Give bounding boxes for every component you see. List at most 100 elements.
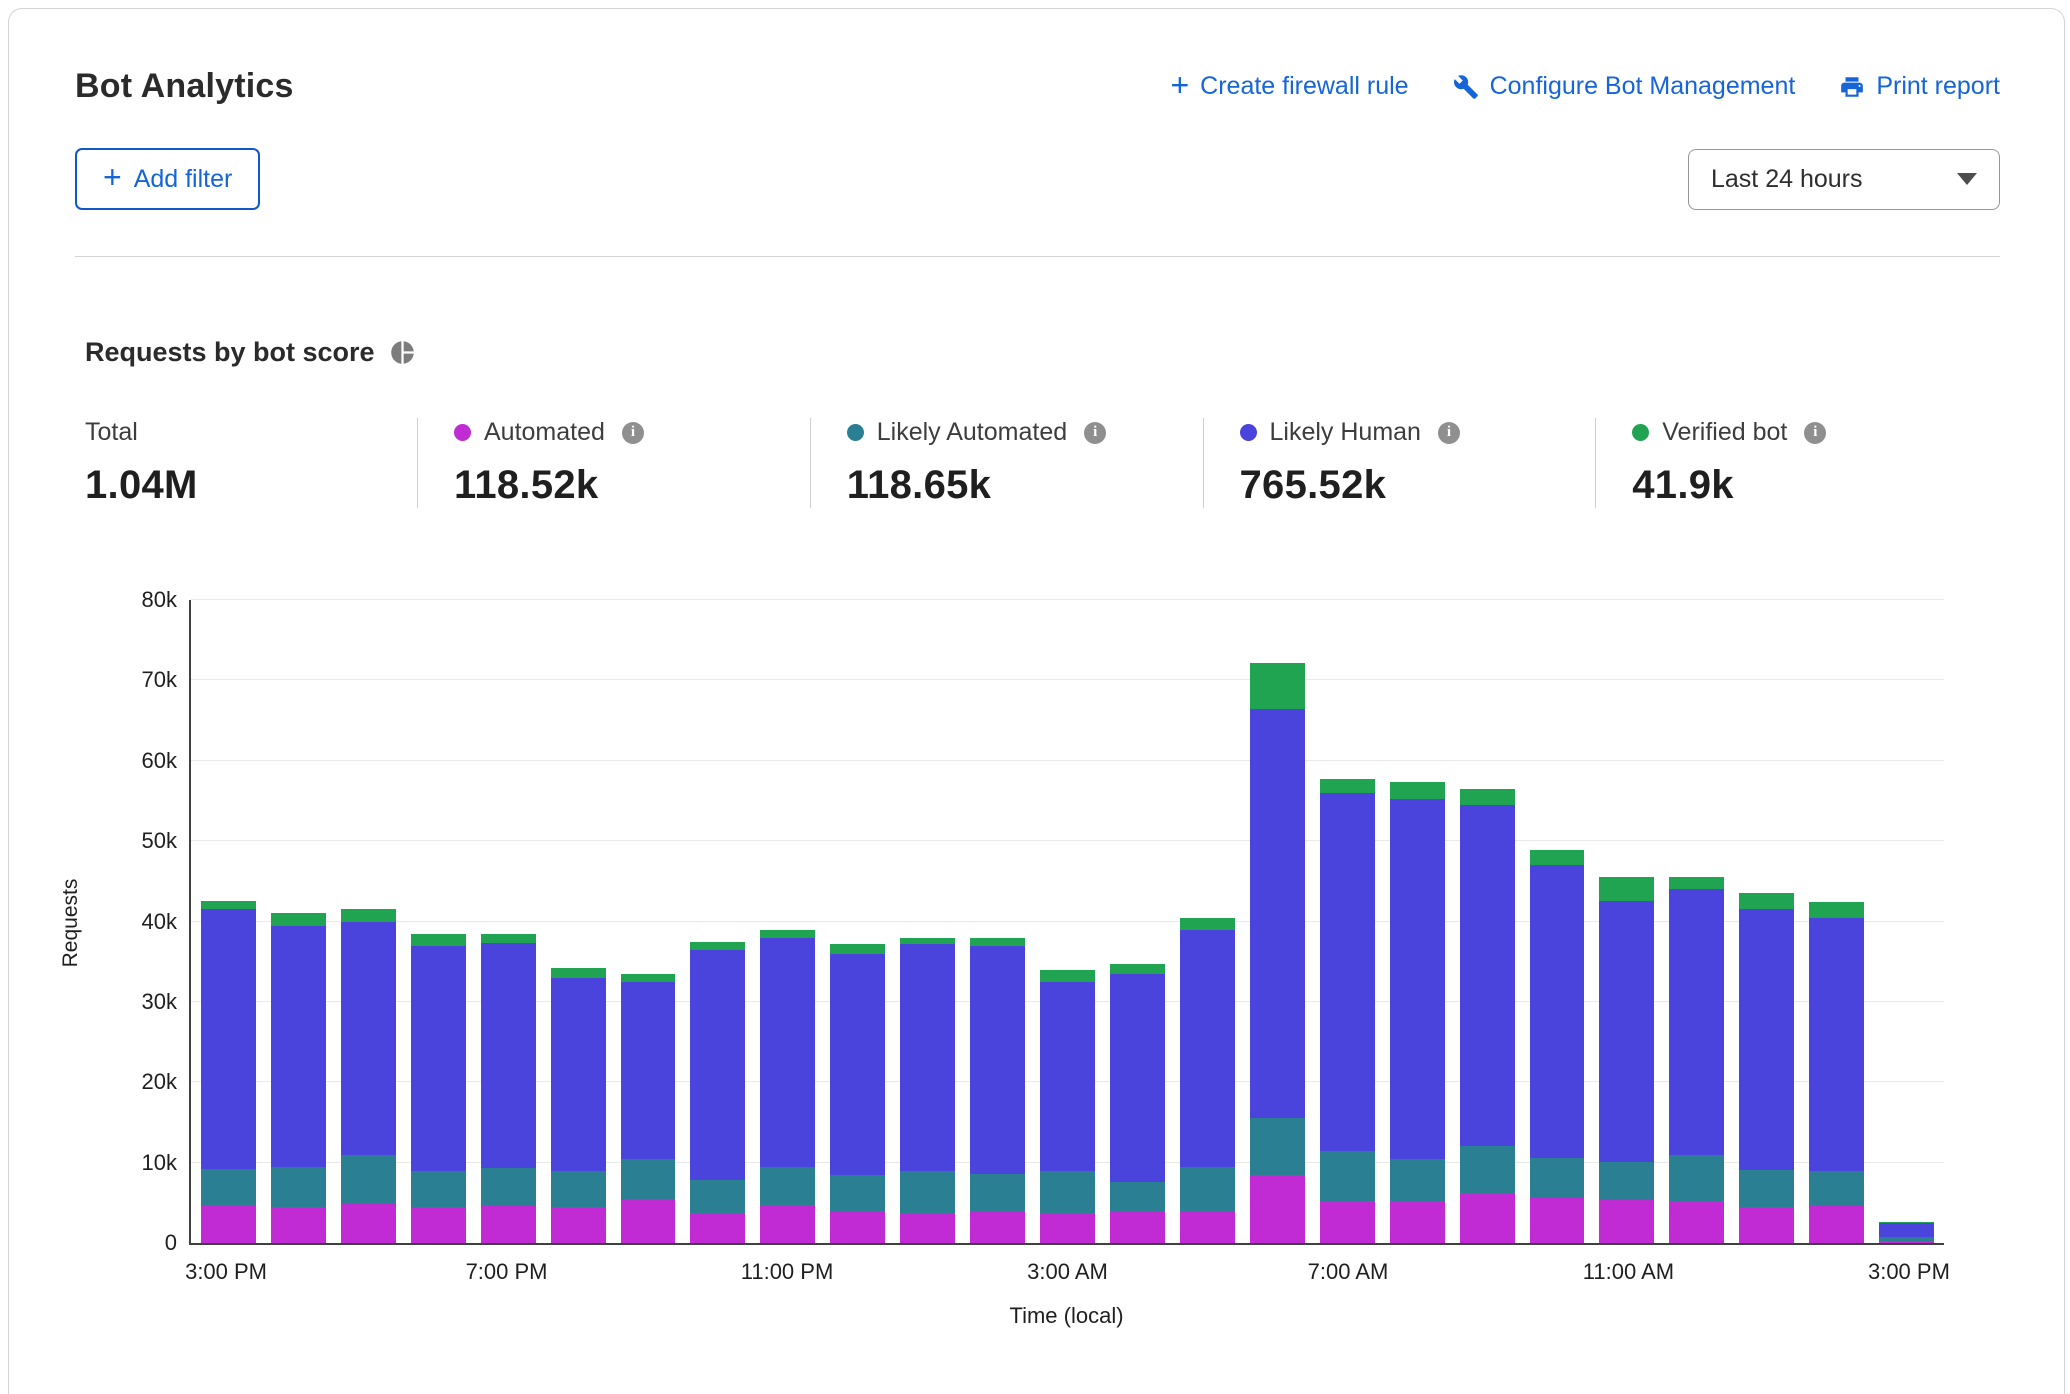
bar-segment-verified-bot[interactable] <box>271 913 326 925</box>
stacked-bar[interactable] <box>1040 600 1095 1243</box>
bar-segment-automated[interactable] <box>1180 1211 1235 1243</box>
bar-segment-automated[interactable] <box>481 1206 536 1243</box>
bar-segment-verified-bot[interactable] <box>830 944 885 954</box>
stacked-bar[interactable] <box>1739 600 1794 1243</box>
bar-segment-likely-human[interactable] <box>1250 709 1305 1119</box>
bar-segment-verified-bot[interactable] <box>411 934 466 946</box>
info-icon[interactable]: i <box>1438 422 1460 444</box>
bar-segment-likely-human[interactable] <box>1180 930 1235 1168</box>
bar-segment-likely-automated[interactable] <box>970 1174 1025 1211</box>
bar-segment-likely-human[interactable] <box>551 978 606 1171</box>
bar-segment-automated[interactable] <box>551 1207 606 1243</box>
stacked-bar[interactable] <box>551 600 606 1243</box>
bar-segment-likely-automated[interactable] <box>411 1171 466 1207</box>
bar-segment-likely-human[interactable] <box>621 982 676 1159</box>
stacked-bar[interactable] <box>900 600 955 1243</box>
bar-segment-automated[interactable] <box>1739 1207 1794 1243</box>
bar-segment-verified-bot[interactable] <box>1669 877 1724 890</box>
stacked-bar[interactable] <box>1180 600 1235 1243</box>
bar-segment-verified-bot[interactable] <box>621 974 676 982</box>
bar-segment-likely-human[interactable] <box>481 943 536 1168</box>
bar-segment-verified-bot[interactable] <box>1530 850 1585 865</box>
bar-segment-likely-human[interactable] <box>970 946 1025 1174</box>
bar-segment-likely-automated[interactable] <box>1180 1167 1235 1210</box>
bar-segment-automated[interactable] <box>1530 1198 1585 1243</box>
bar-segment-automated[interactable] <box>1110 1211 1165 1243</box>
stacked-bar[interactable] <box>1530 600 1585 1243</box>
bar-segment-verified-bot[interactable] <box>1809 902 1864 917</box>
bar-segment-likely-automated[interactable] <box>1809 1171 1864 1206</box>
bar-segment-likely-automated[interactable] <box>1320 1151 1375 1202</box>
bar-segment-likely-human[interactable] <box>1669 889 1724 1154</box>
print-report-link[interactable]: Print report <box>1839 72 2000 101</box>
bar-segment-likely-human[interactable] <box>1530 865 1585 1158</box>
bar-segment-likely-human[interactable] <box>690 950 745 1180</box>
bar-segment-likely-human[interactable] <box>760 938 815 1168</box>
stacked-bar[interactable] <box>1110 600 1165 1243</box>
bar-segment-automated[interactable] <box>341 1203 396 1243</box>
bar-segment-likely-human[interactable] <box>1110 974 1165 1182</box>
bar-segment-verified-bot[interactable] <box>1320 779 1375 793</box>
stacked-bar[interactable] <box>1250 600 1305 1243</box>
bar-segment-automated[interactable] <box>1669 1201 1724 1243</box>
bar-segment-likely-automated[interactable] <box>271 1167 326 1207</box>
stacked-bar[interactable] <box>690 600 745 1243</box>
bar-segment-automated[interactable] <box>690 1213 745 1243</box>
bar-segment-likely-human[interactable] <box>411 946 466 1171</box>
bar-segment-likely-automated[interactable] <box>690 1180 745 1214</box>
stacked-bar[interactable] <box>481 600 536 1243</box>
bar-segment-likely-human[interactable] <box>201 909 256 1169</box>
create-firewall-rule-link[interactable]: + Create firewall rule <box>1170 71 1408 103</box>
bar-segment-likely-automated[interactable] <box>830 1175 885 1211</box>
bar-segment-likely-human[interactable] <box>900 944 955 1171</box>
stacked-bar[interactable] <box>1669 600 1724 1243</box>
bar-segment-likely-automated[interactable] <box>1530 1158 1585 1198</box>
stacked-bar[interactable] <box>201 600 256 1243</box>
bar-segment-likely-automated[interactable] <box>201 1169 256 1205</box>
bar-segment-verified-bot[interactable] <box>970 938 1025 946</box>
bar-segment-likely-human[interactable] <box>1390 799 1445 1159</box>
info-icon[interactable]: i <box>1804 422 1826 444</box>
info-icon[interactable]: i <box>622 422 644 444</box>
stacked-bar[interactable] <box>1390 600 1445 1243</box>
bar-segment-likely-human[interactable] <box>271 926 326 1167</box>
configure-bot-management-link[interactable]: Configure Bot Management <box>1453 72 1796 101</box>
stacked-bar[interactable] <box>341 600 396 1243</box>
bar-segment-verified-bot[interactable] <box>1739 893 1794 908</box>
bar-segment-likely-automated[interactable] <box>1599 1162 1654 1201</box>
bar-segment-likely-human[interactable] <box>1879 1223 1934 1237</box>
stacked-bar[interactable] <box>1460 600 1515 1243</box>
stacked-bar[interactable] <box>621 600 676 1243</box>
bar-segment-likely-human[interactable] <box>1460 805 1515 1146</box>
stacked-bar[interactable] <box>970 600 1025 1243</box>
bar-segment-automated[interactable] <box>1599 1200 1654 1243</box>
bar-segment-likely-automated[interactable] <box>1250 1118 1305 1174</box>
bar-segment-automated[interactable] <box>1390 1201 1445 1243</box>
bar-segment-likely-human[interactable] <box>341 922 396 1155</box>
bar-segment-automated[interactable] <box>1809 1206 1864 1243</box>
bar-segment-likely-automated[interactable] <box>481 1168 536 1206</box>
bar-segment-likely-human[interactable] <box>1599 901 1654 1161</box>
bar-segment-likely-automated[interactable] <box>1739 1170 1794 1207</box>
info-icon[interactable]: i <box>1084 422 1106 444</box>
bar-segment-verified-bot[interactable] <box>1040 970 1095 982</box>
bar-segment-likely-automated[interactable] <box>760 1167 815 1205</box>
stacked-bar[interactable] <box>1320 600 1375 1243</box>
bar-segment-likely-automated[interactable] <box>1390 1159 1445 1202</box>
bar-segment-automated[interactable] <box>760 1205 815 1243</box>
stacked-bar[interactable] <box>1599 600 1654 1243</box>
bar-segment-automated[interactable] <box>900 1213 955 1243</box>
bar-segment-verified-bot[interactable] <box>1250 663 1305 709</box>
bar-segment-likely-human[interactable] <box>1739 909 1794 1170</box>
bar-segment-likely-automated[interactable] <box>341 1155 396 1203</box>
bar-segment-automated[interactable] <box>271 1207 326 1243</box>
bar-segment-automated[interactable] <box>201 1205 256 1243</box>
bar-segment-verified-bot[interactable] <box>341 909 396 921</box>
bar-segment-likely-human[interactable] <box>1040 982 1095 1172</box>
bar-segment-automated[interactable] <box>1320 1201 1375 1243</box>
bar-segment-likely-automated[interactable] <box>621 1159 676 1199</box>
bar-segment-verified-bot[interactable] <box>201 901 256 909</box>
bar-segment-verified-bot[interactable] <box>481 934 536 944</box>
stacked-bar[interactable] <box>271 600 326 1243</box>
bar-segment-likely-automated[interactable] <box>1040 1171 1095 1213</box>
